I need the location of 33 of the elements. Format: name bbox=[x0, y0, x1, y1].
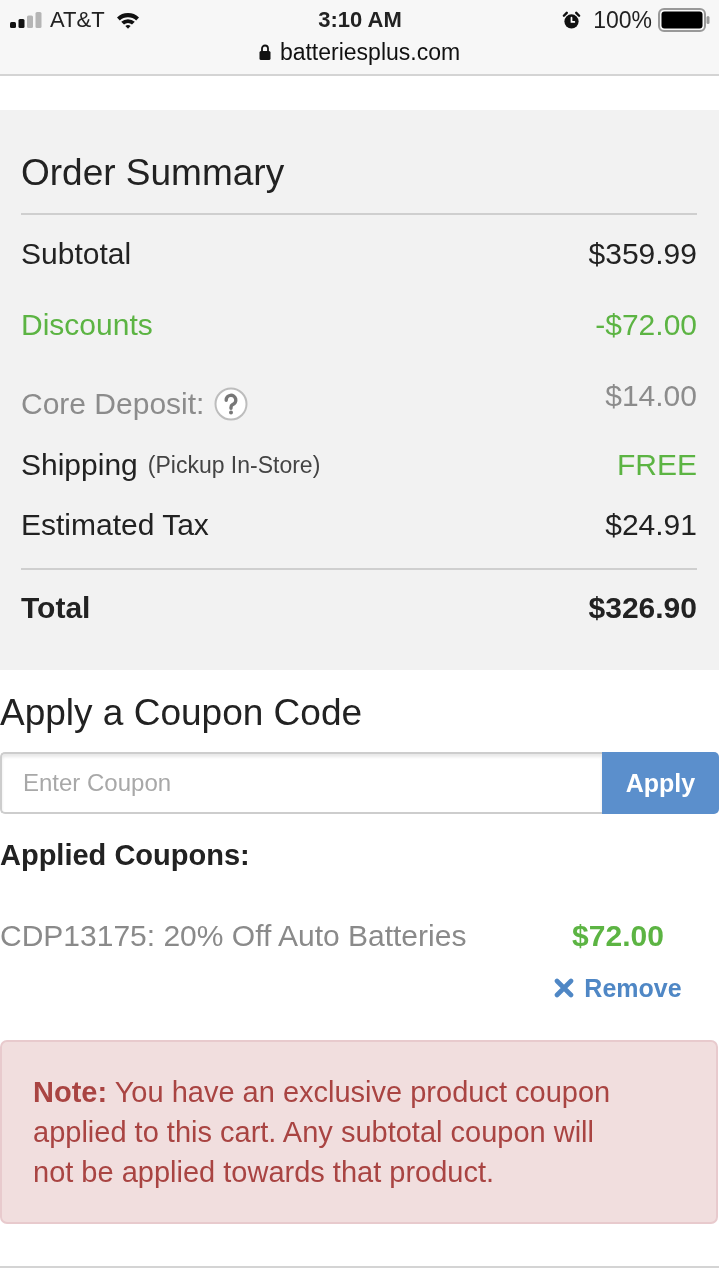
coupon-amount: $72.00 bbox=[572, 918, 664, 954]
summary-value: $14.00 bbox=[605, 378, 697, 414]
help-icon[interactable] bbox=[214, 387, 249, 421]
summary-label: Discounts bbox=[21, 307, 153, 343]
summary-value: $359.99 bbox=[588, 236, 697, 272]
apply-button[interactable]: Apply bbox=[602, 752, 719, 814]
summary-value: $24.91 bbox=[605, 507, 697, 543]
coupon-description: CDP13175: 20% Off Auto Batteries bbox=[0, 918, 468, 954]
cross-icon bbox=[554, 978, 575, 998]
shipping-method: (Pickup In-Store) bbox=[147, 451, 321, 480]
battery-percent: 100% bbox=[593, 6, 652, 34]
wifi-icon bbox=[115, 11, 140, 29]
alarm-clock-icon bbox=[562, 10, 582, 30]
carrier-name: AT&T bbox=[50, 7, 105, 33]
lock-icon bbox=[258, 44, 271, 60]
remove-link[interactable]: Remove bbox=[554, 970, 682, 1006]
total-value: $326.90 bbox=[588, 590, 697, 626]
coupon-heading: Apply a Coupon Code bbox=[0, 691, 364, 735]
summary-value: -$72.00 bbox=[595, 307, 697, 343]
applied-coupons-heading: Applied Coupons: bbox=[0, 838, 251, 873]
battery-icon bbox=[658, 8, 710, 32]
summary-label: Shipping bbox=[21, 447, 138, 483]
total-label: Total bbox=[21, 590, 91, 626]
note-text: Note: You have an exclusive product coupon applied to this cart. Any subtotal coupon will not be applied towards that product. bbox=[33, 1075, 612, 1190]
clock-time: 3:10 AM bbox=[318, 7, 402, 33]
summary-label: Core Deposit: bbox=[21, 386, 205, 422]
url-text[interactable]: batteriesplus.com bbox=[279, 38, 461, 66]
signal-icon bbox=[10, 12, 42, 28]
order-summary-title: Order Summary bbox=[21, 151, 286, 195]
coupon-input[interactable]: Enter Coupon bbox=[0, 752, 602, 814]
summary-value: FREE bbox=[617, 447, 697, 483]
summary-label: Subtotal bbox=[21, 236, 132, 272]
summary-label: Estimated Tax bbox=[21, 507, 209, 543]
